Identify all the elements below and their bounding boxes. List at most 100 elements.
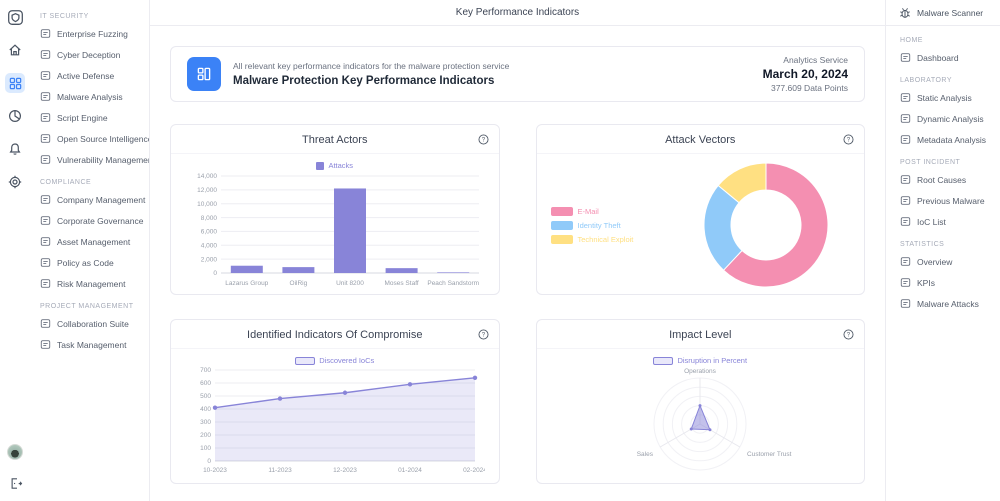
malware-analysis-icon — [40, 91, 51, 102]
menu-item-company-management[interactable]: Company Management — [30, 189, 149, 210]
menu-item-task-management[interactable]: Task Management — [30, 334, 149, 355]
svg-text:11-2023: 11-2023 — [268, 467, 292, 474]
menu-item-label: Previous Malware — [917, 196, 985, 206]
section-label-it-security: IT SECURITY — [40, 13, 149, 20]
identified-iocs-card: Identified Indicators Of Compromise ? Di… — [170, 319, 500, 484]
analytics-meta: Analytics Service March 20, 2024 377.609… — [763, 55, 848, 93]
enterprise-fuzzing-icon — [40, 28, 51, 39]
help-icon[interactable]: ? — [842, 328, 855, 341]
menu-item-label: KPIs — [917, 278, 935, 288]
menu-item-kpis[interactable]: KPIs — [890, 272, 1000, 293]
malware-scanner-button[interactable]: Malware Scanner — [886, 0, 1000, 26]
icon-rail — [0, 0, 30, 501]
svg-text:0: 0 — [213, 270, 217, 277]
menu-item-open-source-intelligence[interactable]: Open Source Intelligence — [30, 128, 149, 149]
menu-item-label: Vulnerability Management — [57, 155, 150, 165]
section-label-statistics: STATISTICS — [900, 241, 1000, 248]
cyber-deception-icon — [40, 49, 51, 60]
section-label-project-management: PROJECT MANAGEMENT — [40, 303, 149, 310]
menu-item-dynamic-analysis[interactable]: Dynamic Analysis — [890, 108, 1000, 129]
home-icon[interactable] — [5, 40, 25, 60]
help-icon[interactable]: ? — [477, 133, 490, 146]
menu-item-policy-as-code[interactable]: Policy as Code — [30, 252, 149, 273]
notifications-bell-icon[interactable] — [5, 139, 25, 159]
svg-text:400: 400 — [200, 406, 211, 413]
user-avatar[interactable] — [7, 444, 23, 460]
menu-item-vulnerability-management[interactable]: Vulnerability Management — [30, 149, 149, 170]
legend-item-discovered-iocs: Discovered IoCs — [295, 356, 374, 365]
company-management-icon — [40, 194, 51, 205]
menu-item-asset-management[interactable]: Asset Management — [30, 231, 149, 252]
legend-label: Disruption in Percent — [677, 356, 747, 365]
menu-item-label: Open Source Intelligence — [57, 134, 150, 144]
active-defense-icon — [40, 70, 51, 81]
menu-item-active-defense[interactable]: Active Defense — [30, 65, 149, 86]
menu-item-collaboration-suite[interactable]: Collaboration Suite — [30, 313, 149, 334]
area-chart: 010020030040050060070010-202311-202312-2… — [185, 366, 485, 476]
metadata-analysis-icon — [900, 134, 911, 145]
svg-text:12,000: 12,000 — [197, 187, 217, 194]
menu-item-script-engine[interactable]: Script Engine — [30, 107, 149, 128]
svg-text:500: 500 — [200, 393, 211, 400]
threat-actors-title: Threat Actors — [171, 125, 499, 154]
legend-item-attacks: Attacks — [316, 161, 353, 170]
policy-as-code-icon — [40, 257, 51, 268]
menu-item-root-causes[interactable]: Root Causes — [890, 169, 1000, 190]
legend-swatch — [295, 357, 315, 365]
menu-item-label: Metadata Analysis — [917, 135, 986, 145]
menu-item-static-analysis[interactable]: Static Analysis — [890, 87, 1000, 108]
menu-item-label: Malware Attacks — [917, 299, 979, 309]
app-logo-icon — [5, 7, 25, 27]
menu-item-ioc-list[interactable]: IoC List — [890, 211, 1000, 232]
svg-text:10-2023: 10-2023 — [203, 467, 227, 474]
legend-item-disruption-in-percent: Disruption in Percent — [653, 356, 747, 365]
vulnerability-management-icon — [40, 154, 51, 165]
legend-item-e-mail: E-Mail — [551, 207, 669, 216]
menu-item-label: Script Engine — [57, 113, 108, 123]
svg-text:14,000: 14,000 — [197, 173, 217, 180]
svg-text:6,000: 6,000 — [200, 229, 217, 236]
impact-level-card: Impact Level ? Disruption in Percent Ope… — [536, 319, 866, 484]
menu-item-malware-analysis[interactable]: Malware Analysis — [30, 86, 149, 107]
kpi-header-card: All relevant key performance indicators … — [170, 46, 865, 102]
help-icon[interactable]: ? — [842, 133, 855, 146]
menu-item-metadata-analysis[interactable]: Metadata Analysis — [890, 129, 1000, 150]
menu-item-label: Policy as Code — [57, 258, 114, 268]
menu-item-label: Company Management — [57, 195, 145, 205]
dashboard-icon[interactable] — [5, 73, 25, 93]
root-causes-icon — [900, 174, 911, 185]
collaboration-suite-icon — [40, 318, 51, 329]
legend-item-technical-exploit: Technical Exploit — [551, 235, 669, 244]
charts-grid: Threat Actors ? Attacks 02,0004,0006,000… — [170, 124, 865, 484]
donut-chart-legend: E-Mail Identity Theft Technical Exploit — [551, 207, 669, 244]
malware-attacks-icon — [900, 298, 911, 309]
dynamic-analysis-icon — [900, 113, 911, 124]
menu-item-dashboard[interactable]: Dashboard — [890, 47, 1000, 68]
svg-text:01-2024: 01-2024 — [398, 467, 422, 474]
malware-scanner-label: Malware Scanner — [917, 8, 983, 18]
bar-chart-legend: Attacks — [171, 161, 499, 170]
logout-icon[interactable] — [5, 473, 25, 493]
section-label-post-incident: POST INCIDENT — [900, 159, 1000, 166]
menu-item-corporate-governance[interactable]: Corporate Governance — [30, 210, 149, 231]
menu-item-malware-attacks[interactable]: Malware Attacks — [890, 293, 1000, 314]
legend-label: E-Mail — [578, 207, 599, 216]
settings-gear-icon[interactable] — [5, 172, 25, 192]
menu-item-cyber-deception[interactable]: Cyber Deception — [30, 44, 149, 65]
menu-item-risk-management[interactable]: Risk Management — [30, 273, 149, 294]
analytics-date: March 20, 2024 — [763, 67, 848, 81]
svg-text:Sales: Sales — [637, 451, 654, 458]
svg-text:600: 600 — [200, 380, 211, 387]
menu-item-previous-malware[interactable]: Previous Malware — [890, 190, 1000, 211]
donut-chart-body: E-Mail Identity Theft Technical Exploit — [537, 154, 865, 294]
kpi-title: Malware Protection Key Performance Indic… — [233, 75, 509, 87]
pie-chart-icon[interactable] — [5, 106, 25, 126]
svg-text:?: ? — [847, 332, 851, 339]
legend-item-identity-theft: Identity Theft — [551, 221, 669, 230]
content: All relevant key performance indicators … — [150, 26, 885, 501]
menu-item-overview[interactable]: Overview — [890, 251, 1000, 272]
left-sidebar: IT SECURITY Enterprise Fuzzing Cyber Dec… — [30, 0, 150, 501]
menu-item-enterprise-fuzzing[interactable]: Enterprise Fuzzing — [30, 23, 149, 44]
help-icon[interactable]: ? — [477, 328, 490, 341]
svg-text:Unit 8200: Unit 8200 — [336, 280, 364, 287]
